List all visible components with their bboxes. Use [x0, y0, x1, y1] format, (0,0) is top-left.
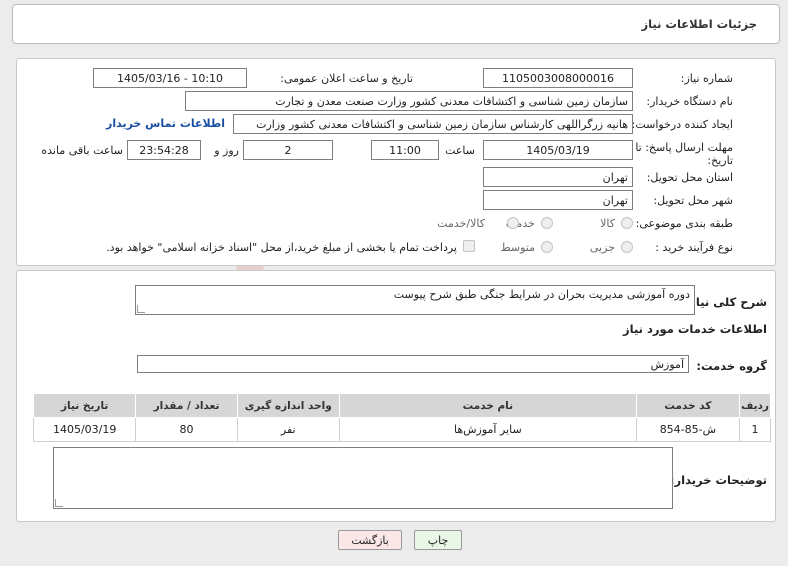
- contact-buyer-link[interactable]: اطلاعات تماس خریدار: [106, 117, 225, 130]
- city-field: تهران: [483, 190, 633, 210]
- cell-service-name: سایر آموزش‌ها: [338, 417, 637, 442]
- creator-field: هانیه زرگراللهی کارشناس سازمان زمین شناس…: [233, 114, 633, 134]
- time-label: ساعت: [445, 144, 475, 157]
- deadline-label-2: تاریخ:: [707, 154, 733, 167]
- service-group-field: آموزش: [137, 355, 689, 373]
- category-option-goods: کالا: [600, 217, 615, 230]
- deadline-time-field: 11:00: [371, 140, 439, 160]
- cell-unit: نفر: [236, 417, 340, 442]
- cell-quantity: 80: [135, 417, 238, 442]
- province-field: تهران: [483, 167, 633, 187]
- remaining-label: ساعت باقی مانده: [41, 144, 123, 157]
- col-service-code: کد خدمت: [635, 393, 741, 418]
- need-number-label: شماره نیاز:: [680, 72, 733, 85]
- category-radio-goods-service[interactable]: [507, 217, 519, 229]
- category-radio-service[interactable]: [541, 217, 553, 229]
- col-need-date: تاریخ نیاز: [32, 393, 137, 418]
- info-panel: شماره نیاز: 1105003008000016 تاریخ و ساع…: [16, 58, 776, 266]
- process-option-minor: جزیی: [589, 241, 615, 254]
- days-field: 2: [243, 140, 333, 160]
- process-option-medium: متوسط: [500, 241, 535, 254]
- col-unit: واحد اندازه گیری: [236, 393, 340, 418]
- page-title: جزئیات اطلاعات نیاز: [641, 17, 757, 31]
- summary-text: دوره آموزشی مدیریت بحران در شرایط جنگی ط…: [393, 288, 690, 301]
- resize-handle[interactable]: [55, 499, 63, 507]
- creator-label: ایجاد کننده درخواست:: [631, 118, 733, 131]
- deadline-label: مهلت ارسال پاسخ: تا: [635, 141, 733, 154]
- buyer-notes-label: توضیحات خریدار:: [669, 473, 767, 487]
- process-radio-minor[interactable]: [621, 241, 633, 253]
- category-radio-goods[interactable]: [621, 217, 633, 229]
- summary-label: شرح کلی نیاز:: [684, 295, 767, 309]
- payment-note: پرداخت تمام یا بخشی از مبلغ خرید،از محل …: [106, 241, 457, 254]
- summary-textarea[interactable]: دوره آموزشی مدیریت بحران در شرایط جنگی ط…: [135, 285, 695, 315]
- back-button[interactable]: بازگشت: [338, 530, 402, 550]
- process-radio-medium[interactable]: [541, 241, 553, 253]
- services-heading: اطلاعات خدمات مورد نیاز: [623, 322, 767, 336]
- treasury-checkbox[interactable]: [463, 240, 475, 252]
- table-header-row: ردیف کد خدمت نام خدمت واحد اندازه گیری ت…: [32, 393, 771, 418]
- print-button[interactable]: چاپ: [414, 530, 462, 550]
- category-label: طبقه بندی موضوعی:: [635, 217, 733, 230]
- days-label: روز و: [214, 144, 239, 157]
- cell-service-code: ش-85-854: [635, 417, 741, 442]
- col-quantity: تعداد / مقدار: [135, 393, 238, 418]
- service-group-label: گروه خدمت:: [696, 359, 767, 373]
- cell-need-date: 1405/03/19: [32, 417, 137, 442]
- details-panel: شرح کلی نیاز: دوره آموزشی مدیریت بحران د…: [16, 270, 776, 522]
- services-table: ردیف کد خدمت نام خدمت واحد اندازه گیری ت…: [32, 393, 771, 442]
- province-label: استان محل تحویل:: [646, 171, 733, 184]
- buyer-org-label: نام دستگاه خریدار:: [646, 95, 733, 108]
- remaining-time-field: 23:54:28: [127, 140, 201, 160]
- col-service-name: نام خدمت: [338, 393, 637, 418]
- announce-label: تاریخ و ساعت اعلان عمومی:: [280, 72, 413, 85]
- cell-row: 1: [739, 417, 771, 442]
- buyer-notes-textarea[interactable]: [53, 447, 673, 509]
- announce-field: 1405/03/16 - 10:10: [93, 68, 247, 88]
- process-label: نوع فرآیند خرید :: [655, 241, 733, 254]
- deadline-date-field: 1405/03/19: [483, 140, 633, 160]
- resize-handle[interactable]: [137, 305, 145, 313]
- col-row: ردیف: [739, 393, 771, 418]
- category-option-goods-service: کالا/خدمت: [437, 217, 485, 230]
- table-row: 1 ش-85-854 سایر آموزش‌ها نفر 80 1405/03/…: [32, 417, 771, 442]
- need-number-field: 1105003008000016: [483, 68, 633, 88]
- city-label: شهر محل تحویل:: [653, 194, 733, 207]
- page-header: جزئیات اطلاعات نیاز: [12, 4, 780, 44]
- buyer-org-field: سازمان زمین شناسی و اکتشافات معدنی کشور …: [185, 91, 633, 111]
